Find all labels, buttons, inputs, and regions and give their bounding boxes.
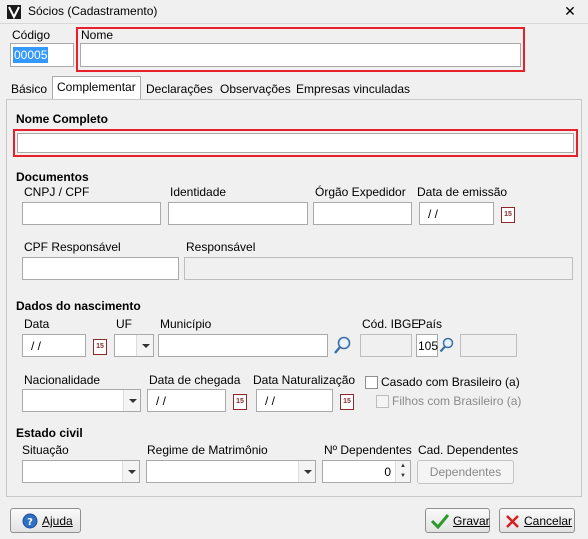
close-icon[interactable]: ✕ <box>560 2 580 20</box>
situacao-label: Situação <box>22 443 69 457</box>
n-dependentes-value: 0 <box>384 465 391 479</box>
codigo-label: Código <box>12 28 51 42</box>
codigo-value: 00005 <box>13 47 49 63</box>
tab-observacoes[interactable]: Observações <box>215 78 296 100</box>
uf-dropdown[interactable] <box>114 334 154 357</box>
filhos-brasileiro-label: Filhos com Brasileiro (a) <box>392 394 522 408</box>
cpf-responsavel-field[interactable] <box>22 257 179 280</box>
pais-field[interactable]: 105 <box>416 334 438 357</box>
orgao-expedidor-label: Órgão Expedidor <box>315 185 406 199</box>
title-bar: Sócios (Cadastramento) ✕ <box>0 0 588 24</box>
nome-label: Nome <box>81 28 114 42</box>
pais-search-icon[interactable] <box>438 336 456 354</box>
data-nascimento-label: Data <box>24 317 50 331</box>
identidade-field[interactable] <box>168 202 308 225</box>
n-dependentes-stepper[interactable]: 0 ▲ ▼ <box>322 460 411 483</box>
cod-ibge-field <box>360 334 412 357</box>
municipio-label: Município <box>160 317 212 331</box>
data-emissao-field[interactable]: / / <box>419 202 494 225</box>
uf-label: UF <box>116 317 132 331</box>
filhos-brasileiro-checkbox <box>376 395 389 408</box>
situacao-dropdown[interactable] <box>22 460 140 483</box>
cancel-x-icon <box>506 515 519 528</box>
codigo-field[interactable]: 00005 <box>10 43 74 67</box>
orgao-expedidor-field[interactable] <box>313 202 412 225</box>
chevron-down-icon <box>136 335 153 356</box>
documentos-section-title: Documentos <box>16 170 89 184</box>
data-nascimento-value: / / <box>31 339 42 353</box>
data-emissao-calendar-icon[interactable]: 15 <box>501 207 515 223</box>
tab-declaracoes[interactable]: Declarações <box>141 78 218 100</box>
nome-field[interactable] <box>80 43 521 67</box>
nacionalidade-label: Nacionalidade <box>24 373 101 387</box>
data-chegada-calendar-icon[interactable]: 15 <box>233 394 247 410</box>
tab-basico[interactable]: Básico <box>6 78 52 100</box>
pais-value: 105 <box>418 339 439 353</box>
help-icon: ? <box>22 513 38 529</box>
nome-completo-field[interactable] <box>17 133 574 153</box>
data-emissao-value: / / <box>428 207 439 221</box>
data-naturalizacao-label: Data Naturalização <box>253 373 356 387</box>
svg-text:?: ? <box>27 517 33 528</box>
data-nascimento-field[interactable]: / / <box>22 334 86 357</box>
responsavel-label: Responsável <box>186 240 256 254</box>
cancelar-button[interactable]: Cancelar <box>499 508 575 533</box>
n-dependentes-label: Nº Dependentes <box>324 443 412 457</box>
gravar-button[interactable]: Gravar <box>425 508 490 533</box>
regime-matrimonio-label: Regime de Matrimônio <box>147 443 268 457</box>
data-chegada-value: / / <box>156 394 167 408</box>
cod-ibge-label: Cód. IBGE <box>362 317 420 331</box>
nascimento-section-title: Dados do nascimento <box>16 299 141 313</box>
tab-bar: Básico Complementar Declarações Observaç… <box>6 76 582 100</box>
cnpj-cpf-field[interactable] <box>22 202 161 225</box>
cnpj-cpf-label: CNPJ / CPF <box>24 185 90 199</box>
cad-dependentes-label: Cad. Dependentes <box>418 443 519 457</box>
responsavel-field <box>184 257 573 280</box>
cpf-responsavel-label: CPF Responsável <box>24 240 121 254</box>
chevron-down-icon <box>122 461 139 482</box>
app-logo-icon <box>7 5 21 20</box>
data-naturalizacao-value: / / <box>265 394 276 408</box>
identidade-label: Identidade <box>170 185 227 199</box>
pais-nome-field <box>460 334 517 357</box>
data-chegada-label: Data de chegada <box>149 373 241 387</box>
tab-empresas-vinculadas[interactable]: Empresas vinculadas <box>291 78 415 100</box>
casado-brasileiro-checkbox[interactable] <box>365 376 378 389</box>
data-nascimento-calendar-icon[interactable]: 15 <box>93 339 107 355</box>
dependentes-button: Dependentes <box>417 460 514 484</box>
data-chegada-field[interactable]: / / <box>147 389 226 412</box>
municipio-field[interactable] <box>158 334 328 357</box>
chevron-down-icon <box>123 390 140 411</box>
nome-completo-label: Nome Completo <box>16 112 109 126</box>
gravar-label: Gravar <box>453 514 490 528</box>
nacionalidade-dropdown[interactable] <box>22 389 141 412</box>
chevron-down-icon <box>298 461 315 482</box>
ajuda-button[interactable]: ? Ajuda <box>10 508 81 533</box>
estado-civil-section-title: Estado civil <box>16 426 83 440</box>
ajuda-label: Ajuda <box>42 514 73 528</box>
data-emissao-label: Data de emissão <box>417 185 508 199</box>
spinner-arrows-icon[interactable]: ▲ ▼ <box>395 461 410 482</box>
cancelar-label: Cancelar <box>524 514 573 528</box>
window-title: Sócios (Cadastramento) <box>28 4 158 18</box>
tab-panel-complementar <box>6 99 582 497</box>
municipio-search-icon[interactable] <box>332 334 354 356</box>
checkmark-icon <box>431 514 449 529</box>
data-naturalizacao-calendar-icon[interactable]: 15 <box>340 394 354 410</box>
pais-label: País <box>418 317 443 331</box>
tab-complementar[interactable]: Complementar <box>52 76 141 100</box>
regime-matrimonio-dropdown[interactable] <box>146 460 316 483</box>
casado-brasileiro-label: Casado com Brasileiro (a) <box>381 375 520 389</box>
data-naturalizacao-field[interactable]: / / <box>256 389 333 412</box>
